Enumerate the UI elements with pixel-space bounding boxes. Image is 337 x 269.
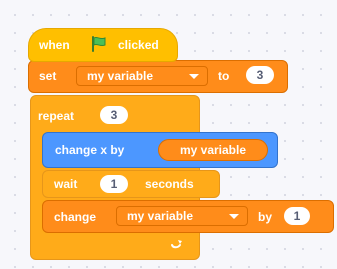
- change-variable-dropdown[interactable]: my variable: [116, 206, 248, 226]
- set-to-label: to: [218, 69, 230, 83]
- change-variable-label: change: [54, 210, 97, 224]
- set-variable-dropdown-value: my variable: [87, 69, 154, 83]
- chevron-down-icon: [189, 74, 199, 79]
- repeat-label: repeat: [38, 109, 75, 123]
- change-variable-value-input[interactable]: 1: [284, 207, 310, 225]
- green-flag-icon: [92, 36, 106, 52]
- change-variable-by-label: by: [258, 210, 273, 224]
- set-value-input[interactable]: 3: [246, 66, 274, 84]
- chevron-down-icon: [229, 214, 239, 219]
- change-x-label: change x by: [55, 143, 125, 157]
- wait-unit-label: seconds: [145, 177, 194, 191]
- set-variable-dropdown[interactable]: my variable: [76, 66, 208, 86]
- change-variable-dropdown-value: my variable: [127, 209, 194, 223]
- wait-seconds-input[interactable]: 1: [100, 175, 128, 193]
- set-label: set: [39, 69, 57, 83]
- hat-clicked-label: clicked: [118, 38, 159, 52]
- repeat-count-input[interactable]: 3: [100, 106, 128, 124]
- wait-label: wait: [54, 177, 78, 191]
- my-variable-reporter[interactable]: my variable: [158, 139, 268, 161]
- hat-when-label: when: [39, 38, 70, 52]
- repeat-arrow-icon: [171, 240, 182, 249]
